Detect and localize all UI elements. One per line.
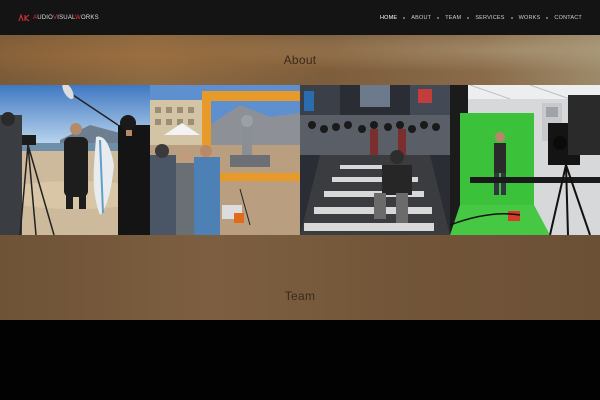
- nav-separator: [437, 16, 440, 19]
- site-logo[interactable]: AUDIOVISUALWORKS: [18, 13, 99, 22]
- top-navbar: AUDIOVISUALWORKS HOME ABOUT TEAM SERVICE…: [0, 0, 600, 35]
- nav-works[interactable]: WORKS: [519, 15, 541, 21]
- gallery-photo-beach-shoot[interactable]: [0, 85, 150, 235]
- team-section: Team: [0, 235, 600, 320]
- nav-separator: [467, 16, 470, 19]
- logo-text: AUDIOVISUALWORKS: [33, 14, 99, 21]
- main-nav: HOME ABOUT TEAM SERVICES WORKS CONTACT: [380, 15, 582, 21]
- nav-about[interactable]: ABOUT: [411, 15, 431, 21]
- logo-mark-icon: [18, 13, 30, 22]
- about-gallery: [0, 85, 600, 235]
- about-section: About: [0, 35, 600, 85]
- gallery-photo-frame-sculpture[interactable]: [150, 85, 300, 235]
- nav-contact[interactable]: CONTACT: [554, 15, 582, 21]
- nav-separator: [403, 16, 406, 19]
- team-title: Team: [284, 289, 316, 303]
- nav-separator: [510, 16, 513, 19]
- nav-separator: [546, 16, 549, 19]
- gallery-photo-times-square[interactable]: [300, 85, 450, 235]
- about-title: About: [283, 53, 317, 67]
- nav-team[interactable]: TEAM: [445, 15, 461, 21]
- gallery-photo-green-screen[interactable]: [450, 85, 600, 235]
- nav-home[interactable]: HOME: [380, 15, 397, 21]
- nav-services[interactable]: SERVICES: [475, 15, 504, 21]
- team-content-area: [0, 320, 600, 400]
